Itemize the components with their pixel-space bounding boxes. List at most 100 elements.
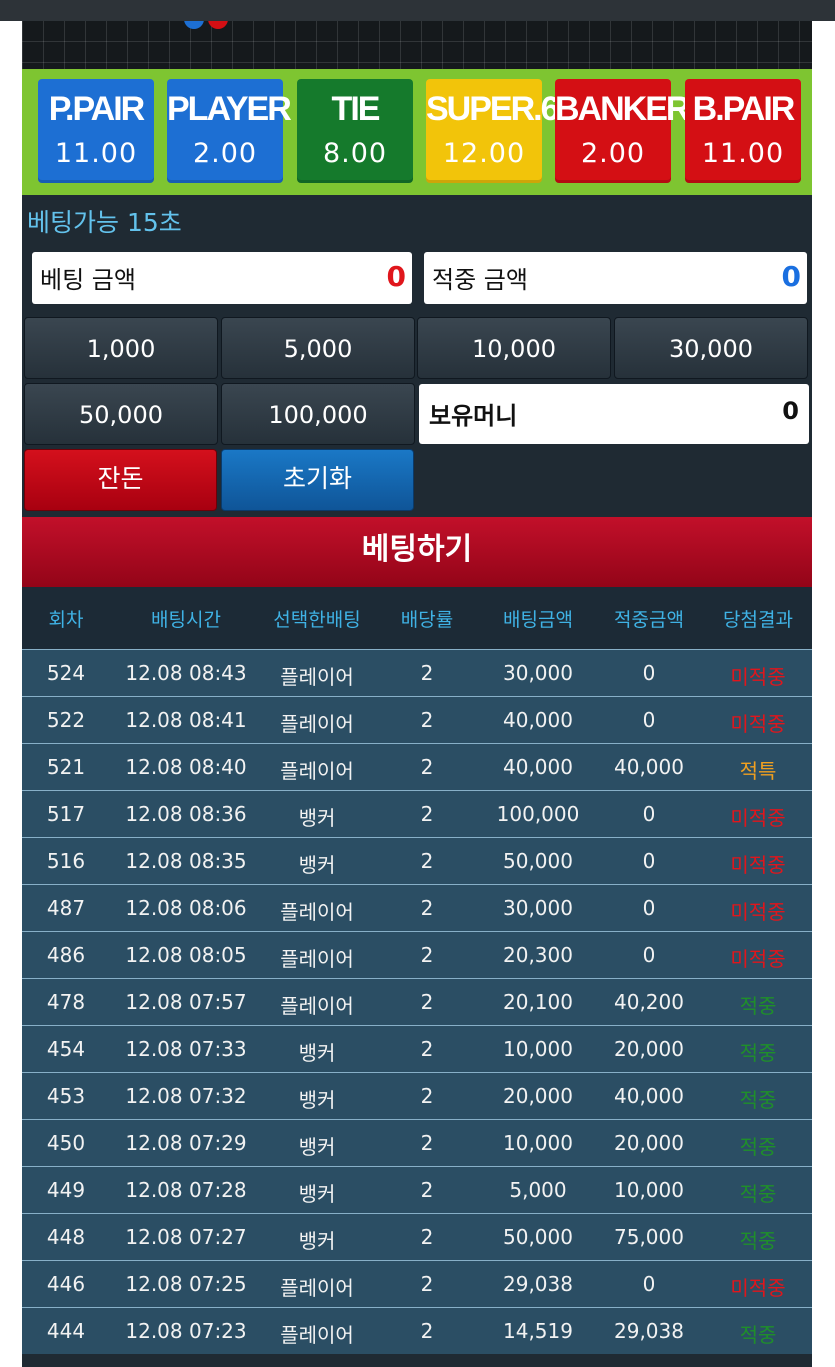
- chip-100000-button[interactable]: 100,000: [221, 383, 415, 445]
- cell-round: 524: [46, 661, 86, 685]
- cell-odds: 2: [420, 1178, 434, 1202]
- bet-option-player[interactable]: PLAYER 2.00: [167, 79, 292, 183]
- cell-result: 적중: [739, 1041, 777, 1065]
- chip-30000-button[interactable]: 30,000: [614, 317, 808, 379]
- status-bar: [0, 0, 835, 21]
- betting-timer: 베팅가능 15초: [27, 208, 182, 237]
- cell-selection: 플레이어: [280, 665, 354, 689]
- table-row: 517 12.08 08:36 뱅커 2 100,000 0 미적중: [22, 790, 812, 837]
- cell-bet-amount: 14,519: [503, 1319, 573, 1343]
- cell-round: 521: [46, 755, 86, 779]
- cell-odds: 2: [420, 896, 434, 920]
- header-odds: 배당률: [400, 609, 454, 631]
- cell-bet-time: 12.08 07:27: [125, 1225, 247, 1249]
- bet-option-bpair[interactable]: B.PAIR 11.00: [685, 79, 801, 183]
- cell-odds: 2: [420, 849, 434, 873]
- cell-bet-time: 12.08 07:33: [125, 1037, 247, 1061]
- cell-result: 미적중: [730, 806, 786, 830]
- holding-money-value: 0: [782, 397, 799, 425]
- cell-odds: 2: [420, 661, 434, 685]
- table-row: 522 12.08 08:41 플레이어 2 40,000 0 미적중: [22, 696, 812, 743]
- cell-bet-amount: 50,000: [503, 849, 573, 873]
- chip-50000-button[interactable]: 50,000: [24, 383, 218, 445]
- cell-bet-amount: 29,038: [503, 1272, 573, 1296]
- cell-round: 444: [46, 1319, 86, 1343]
- cell-bet-amount: 50,000: [503, 1225, 573, 1249]
- cell-bet-amount: 10,000: [503, 1131, 573, 1155]
- cell-bet-amount: 40,000: [503, 755, 573, 779]
- chip-1000-button[interactable]: 1,000: [24, 317, 218, 379]
- option-name: BANKER: [555, 90, 690, 128]
- table-row: 524 12.08 08:43 플레이어 2 30,000 0 미적중: [22, 649, 812, 696]
- road-board: [22, 21, 812, 69]
- bet-option-banker[interactable]: BANKER 2.00: [555, 79, 690, 183]
- cell-selection: 플레이어: [280, 1276, 354, 1300]
- cell-result: 미적중: [730, 665, 786, 689]
- option-name: B.PAIR: [692, 90, 796, 128]
- cell-selection: 뱅커: [298, 1088, 336, 1112]
- cell-hit-amount: 40,000: [614, 1084, 684, 1108]
- cell-odds: 2: [420, 1225, 434, 1249]
- cell-bet-time: 12.08 07:29: [125, 1131, 247, 1155]
- cell-hit-amount: 29,038: [614, 1319, 684, 1343]
- table-row: 454 12.08 07:33 뱅커 2 10,000 20,000 적중: [22, 1025, 812, 1072]
- cell-odds: 2: [420, 1131, 434, 1155]
- cell-selection: 뱅커: [298, 1041, 336, 1065]
- cell-result: 미적중: [730, 947, 786, 971]
- cell-odds: 2: [420, 1319, 434, 1343]
- cell-bet-time: 12.08 07:28: [125, 1178, 247, 1202]
- option-odds: 2.00: [580, 138, 646, 169]
- cell-round: 486: [46, 943, 86, 967]
- option-odds: 12.00: [442, 138, 526, 169]
- cell-hit-amount: 40,000: [614, 755, 684, 779]
- reset-button[interactable]: 초기화: [221, 449, 414, 511]
- place-bet-button[interactable]: 베팅하기: [22, 517, 812, 587]
- cell-round: 449: [46, 1178, 86, 1202]
- cell-result: 미적중: [730, 900, 786, 924]
- cell-hit-amount: 10,000: [614, 1178, 684, 1202]
- header-selection: 선택한배팅: [273, 609, 361, 631]
- table-row: 450 12.08 07:29 뱅커 2 10,000 20,000 적중: [22, 1119, 812, 1166]
- cell-selection: 뱅커: [298, 1135, 336, 1159]
- blue-marker: [184, 21, 204, 29]
- cell-bet-time: 12.08 08:43: [125, 661, 247, 685]
- change-button[interactable]: 잔돈: [24, 449, 217, 511]
- table-row: 486 12.08 08:05 플레이어 2 20,300 0 미적중: [22, 931, 812, 978]
- bet-amount-box: 베팅 금액 0: [32, 252, 412, 304]
- cell-odds: 2: [420, 1084, 434, 1108]
- header-hit-amount: 적중금액: [614, 609, 684, 631]
- hit-amount-value: 0: [781, 260, 801, 293]
- cell-bet-amount: 30,000: [503, 896, 573, 920]
- option-name: PLAYER: [167, 90, 292, 128]
- cell-result: 적중: [739, 1323, 777, 1347]
- cell-odds: 2: [420, 990, 434, 1014]
- table-row: 478 12.08 07:57 플레이어 2 20,100 40,200 적중: [22, 978, 812, 1025]
- cell-hit-amount: 40,200: [614, 990, 684, 1014]
- bet-option-ppair[interactable]: P.PAIR 11.00: [38, 79, 154, 183]
- cell-result: 미적중: [730, 853, 786, 877]
- chip-10000-button[interactable]: 10,000: [417, 317, 611, 379]
- table-row: 444 12.08 07:23 플레이어 2 14,519 29,038 적중: [22, 1307, 812, 1354]
- table-row: 487 12.08 08:06 플레이어 2 30,000 0 미적중: [22, 884, 812, 931]
- cell-result: 적중: [739, 1135, 777, 1159]
- cell-odds: 2: [420, 1037, 434, 1061]
- option-odds: 11.00: [54, 138, 138, 169]
- chip-5000-button[interactable]: 5,000: [221, 317, 415, 379]
- cell-result: 적중: [739, 1088, 777, 1112]
- cell-round: 454: [46, 1037, 86, 1061]
- header-bet-time: 배팅시간: [151, 609, 221, 631]
- cell-bet-time: 12.08 08:36: [125, 802, 247, 826]
- bet-option-super6[interactable]: SUPER.6 12.00: [426, 79, 560, 183]
- cell-bet-time: 12.08 07:25: [125, 1272, 247, 1296]
- cell-round: 522: [46, 708, 86, 732]
- cell-selection: 플레이어: [280, 759, 354, 783]
- cell-bet-time: 12.08 08:06: [125, 896, 247, 920]
- cell-odds: 2: [420, 1272, 434, 1296]
- cell-selection: 뱅커: [298, 853, 336, 877]
- bet-option-tie[interactable]: TIE 8.00: [297, 79, 413, 183]
- cell-selection: 플레이어: [280, 1323, 354, 1347]
- cell-hit-amount: 20,000: [614, 1037, 684, 1061]
- option-name: P.PAIR: [48, 90, 145, 128]
- cell-selection: 플레이어: [280, 900, 354, 924]
- hit-amount-label: 적중 금액: [432, 266, 528, 294]
